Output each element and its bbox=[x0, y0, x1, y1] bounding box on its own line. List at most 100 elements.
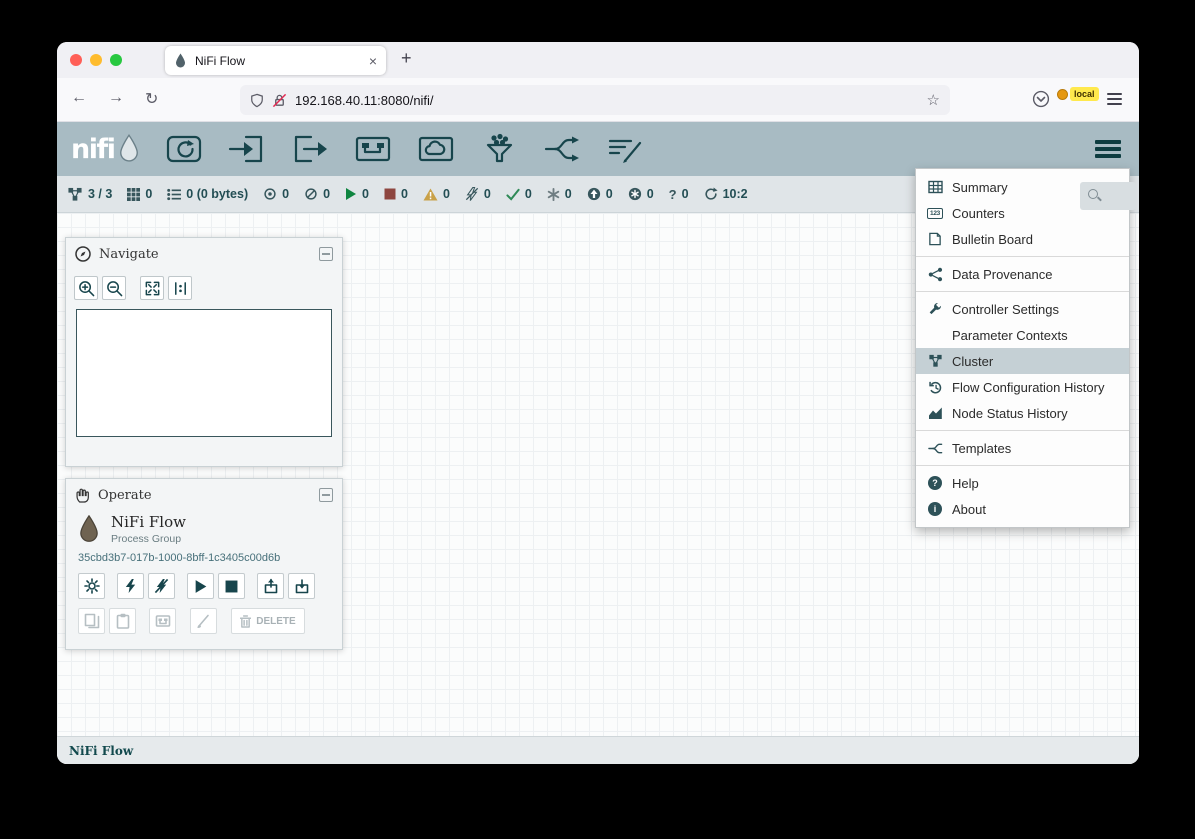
container-tab-badge[interactable]: local bbox=[1057, 87, 1099, 101]
processor-component-icon[interactable] bbox=[164, 132, 204, 166]
queued-icon bbox=[167, 188, 181, 201]
close-window-button[interactable] bbox=[70, 54, 82, 66]
create-template-button[interactable] bbox=[288, 573, 315, 599]
birdseye-minimap[interactable] bbox=[76, 309, 332, 437]
menu-item-flow-configuration-history[interactable]: Flow Configuration History bbox=[916, 374, 1129, 400]
pocket-icon[interactable] bbox=[1032, 90, 1050, 108]
fill-color-button[interactable] bbox=[190, 608, 217, 634]
trash-icon bbox=[240, 615, 251, 628]
menu-divider bbox=[916, 430, 1129, 431]
menu-item-controller-settings[interactable]: Controller Settings bbox=[916, 296, 1129, 322]
running-status: 0 bbox=[345, 187, 369, 201]
zoom-fit-button[interactable] bbox=[140, 276, 164, 300]
funnel-component-icon[interactable] bbox=[479, 132, 519, 166]
collapse-navigate-button[interactable] bbox=[319, 247, 333, 261]
input-port-component-icon[interactable] bbox=[227, 132, 267, 166]
collapse-operate-button[interactable] bbox=[319, 488, 333, 502]
cluster-status: 3 / 3 bbox=[67, 187, 112, 202]
container-label: local bbox=[1070, 87, 1099, 101]
copy-button[interactable] bbox=[78, 608, 105, 634]
selection-name: NiFi Flow bbox=[111, 513, 186, 531]
output-port-component-icon[interactable] bbox=[290, 132, 330, 166]
navigate-panel-title: Navigate bbox=[99, 247, 311, 262]
templates-icon bbox=[927, 441, 943, 456]
zoom-actual-size-button[interactable] bbox=[168, 276, 192, 300]
cluster-icon bbox=[927, 354, 943, 368]
forward-icon[interactable]: → bbox=[108, 89, 124, 109]
container-icon bbox=[1057, 89, 1068, 100]
disabled-icon bbox=[465, 187, 479, 201]
remote-process-group-component-icon[interactable] bbox=[416, 132, 456, 166]
stop-button[interactable] bbox=[218, 573, 245, 599]
nifi-search[interactable] bbox=[1080, 182, 1136, 210]
counters-icon: 123 bbox=[927, 208, 943, 219]
start-button[interactable] bbox=[187, 573, 214, 599]
operate-hand-icon bbox=[75, 487, 90, 503]
stopped-status: 0 bbox=[384, 187, 408, 201]
new-tab-button[interactable]: + bbox=[401, 48, 412, 69]
insecure-lock-icon[interactable] bbox=[272, 93, 287, 108]
search-icon[interactable] bbox=[1088, 189, 1102, 203]
invalid-status: 0 bbox=[423, 187, 450, 201]
template-component-icon[interactable] bbox=[542, 132, 582, 166]
refresh-status[interactable]: 10:2 bbox=[704, 187, 748, 201]
url-text[interactable]: 192.168.40.11:8080/nifi/ bbox=[295, 93, 919, 108]
menu-item-cluster[interactable]: Cluster bbox=[916, 348, 1129, 374]
refresh-icon[interactable] bbox=[704, 187, 718, 201]
tab-title: NiFi Flow bbox=[195, 54, 361, 68]
zoom-window-button[interactable] bbox=[110, 54, 122, 66]
bookmark-star-icon[interactable]: ☆ bbox=[927, 91, 940, 109]
menu-item-parameter-contexts[interactable]: Parameter Contexts bbox=[916, 322, 1129, 348]
menu-item-about[interactable]: i About bbox=[916, 496, 1129, 522]
enable-button[interactable] bbox=[117, 573, 144, 599]
browser-tab[interactable]: NiFi Flow × bbox=[165, 46, 386, 75]
menu-item-bulletin-board[interactable]: Bulletin Board bbox=[916, 226, 1129, 252]
menu-item-help[interactable]: ? Help bbox=[916, 470, 1129, 496]
active-threads-status: 0 bbox=[127, 187, 152, 201]
browser-toolbar: ← → ↻ 192.168.40.11:8080/nifi/ ☆ local bbox=[57, 78, 1139, 122]
label-component-icon[interactable] bbox=[605, 132, 645, 166]
paste-button[interactable] bbox=[109, 608, 136, 634]
not-transmitting-icon bbox=[304, 187, 318, 201]
browser-menu-icon[interactable] bbox=[1107, 93, 1122, 105]
menu-item-node-status-history[interactable]: Node Status History bbox=[916, 400, 1129, 426]
navigate-panel: Navigate bbox=[65, 237, 343, 467]
up-to-date-status: 0 bbox=[506, 187, 532, 201]
reload-icon[interactable]: ↻ bbox=[145, 89, 158, 109]
nifi-app: nifi bbox=[57, 122, 1139, 764]
tracking-protection-shield-icon[interactable] bbox=[250, 93, 264, 108]
flow-configuration-history-icon bbox=[927, 380, 943, 395]
menu-item-templates[interactable]: Templates bbox=[916, 435, 1129, 461]
operate-panel: Operate NiFi Flow Process Group 35cbd3b7… bbox=[65, 478, 343, 650]
tab-close-icon[interactable]: × bbox=[369, 54, 377, 68]
configuration-button[interactable] bbox=[78, 573, 105, 599]
process-group-component-icon[interactable] bbox=[353, 132, 393, 166]
data-provenance-icon bbox=[927, 267, 943, 282]
zoom-in-button[interactable] bbox=[74, 276, 98, 300]
back-icon[interactable]: ← bbox=[71, 89, 87, 109]
global-menu-icon[interactable] bbox=[1095, 140, 1121, 158]
menu-item-data-provenance[interactable]: Data Provenance bbox=[916, 261, 1129, 287]
disable-button[interactable] bbox=[148, 573, 175, 599]
active-threads-icon bbox=[127, 188, 140, 201]
menu-divider bbox=[916, 256, 1129, 257]
transmitting-icon bbox=[263, 187, 277, 201]
nifi-favicon bbox=[174, 53, 187, 69]
upload-template-button[interactable] bbox=[257, 573, 284, 599]
delete-button[interactable]: DELETE bbox=[231, 608, 305, 634]
nifi-logo: nifi bbox=[57, 134, 140, 164]
group-button[interactable] bbox=[149, 608, 176, 634]
selection-type: Process Group bbox=[111, 533, 186, 545]
disabled-status: 0 bbox=[465, 187, 491, 201]
menu-divider bbox=[916, 465, 1129, 466]
zoom-out-button[interactable] bbox=[102, 276, 126, 300]
nifi-logo-drop-icon bbox=[118, 134, 140, 164]
minimize-window-button[interactable] bbox=[90, 54, 102, 66]
stale-icon bbox=[587, 187, 601, 201]
locally-modified-stale-status: 0 bbox=[628, 187, 654, 201]
breadcrumb[interactable]: NiFi Flow bbox=[69, 744, 133, 758]
locally-modified-stale-icon bbox=[628, 187, 642, 201]
invalid-icon bbox=[423, 188, 438, 201]
url-bar[interactable]: 192.168.40.11:8080/nifi/ ☆ bbox=[240, 85, 950, 115]
cluster-icon bbox=[67, 187, 83, 202]
